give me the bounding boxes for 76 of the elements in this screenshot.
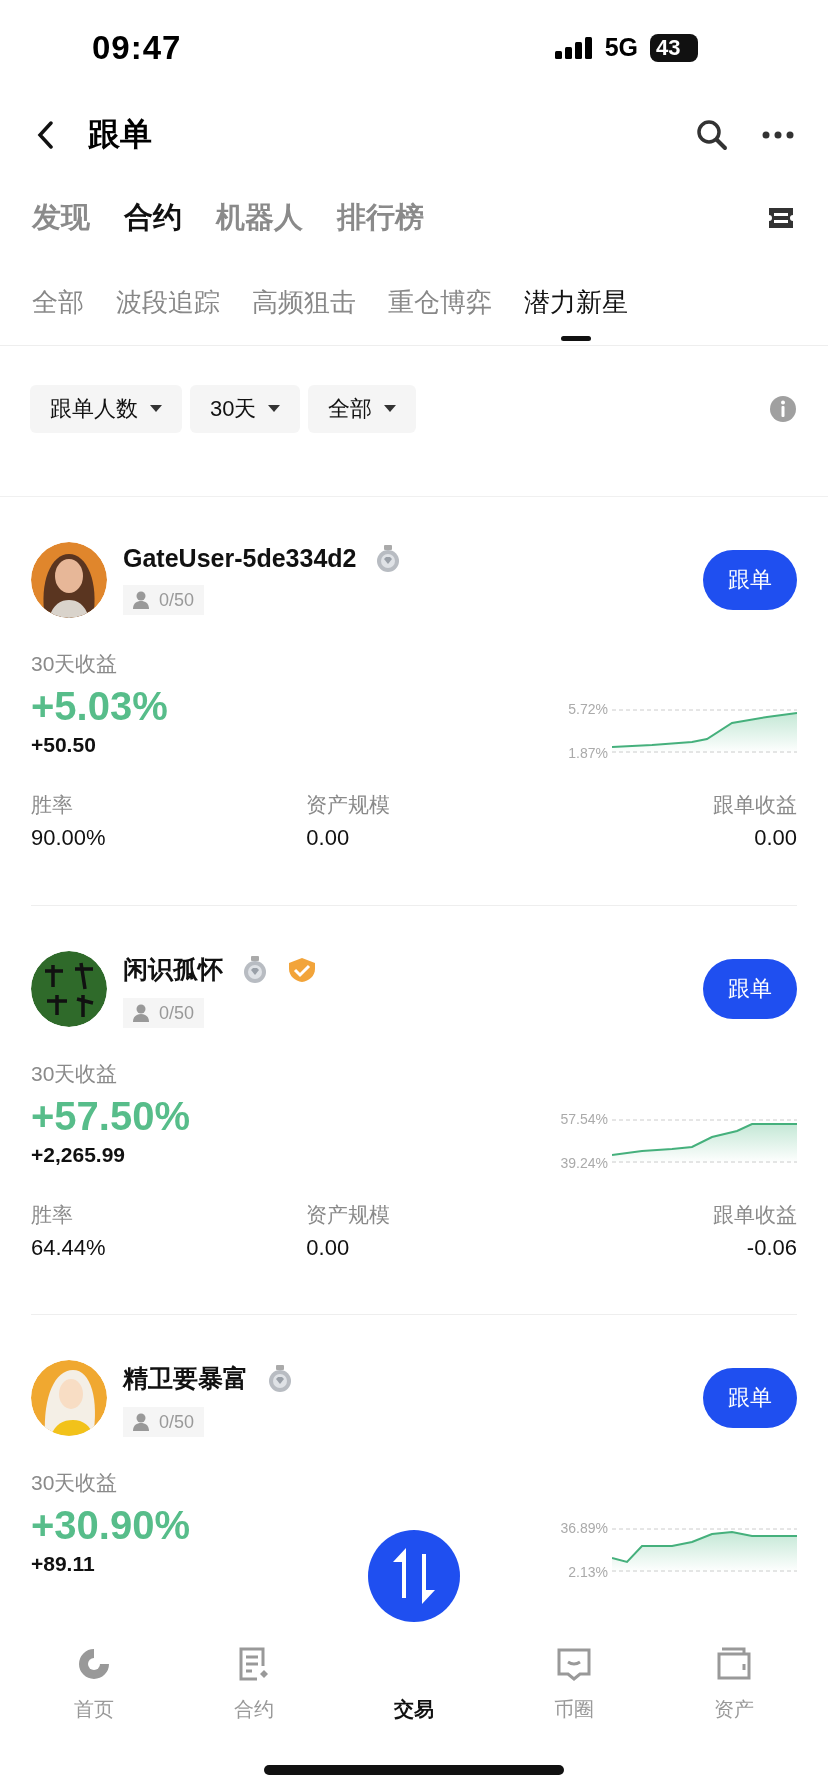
person-icon xyxy=(133,1413,149,1431)
nav-tab[interactable]: 合约 xyxy=(174,1630,334,1750)
main-tab[interactable]: 排行榜 xyxy=(337,197,424,238)
stat-value: -0.06 xyxy=(746,1235,797,1261)
status-time: 09:47 xyxy=(92,28,182,67)
nav-tab[interactable]: 首页 xyxy=(14,1630,174,1750)
return-percentage: +5.03% xyxy=(31,684,168,729)
page-title: 跟单 xyxy=(88,115,153,154)
medal-icon xyxy=(268,1364,292,1393)
chart-min-label: 39.24% xyxy=(560,1155,608,1171)
person-icon xyxy=(133,591,149,609)
stat-label: 跟单收益 xyxy=(713,1202,797,1228)
return-amount: +2,265.99 xyxy=(31,1143,126,1167)
return-percentage: +57.50% xyxy=(31,1094,191,1139)
trader-name: GateUser-5de334d2 xyxy=(123,544,357,573)
chart-max-label: 5.72% xyxy=(568,701,608,717)
follow-button[interactable]: 跟单 xyxy=(703,550,797,610)
return-percentage: +30.90% xyxy=(31,1503,191,1548)
nav-tab[interactable]: 资产 xyxy=(654,1630,814,1750)
home-icon xyxy=(76,1646,112,1682)
stat-value: 0.00 xyxy=(754,825,797,851)
stat-label: 胜率 xyxy=(31,1202,74,1228)
sub-tab[interactable]: 波段追踪 xyxy=(116,260,220,345)
stat-value: 90.00% xyxy=(31,825,107,851)
stat-label: 跟单收益 xyxy=(713,792,797,818)
stat-label: 胜率 xyxy=(31,792,74,818)
period-label: 30天收益 xyxy=(31,1061,119,1087)
caret-icon xyxy=(384,405,397,413)
chart-min-label: 2.13% xyxy=(567,1564,608,1580)
filter-dropdown[interactable]: 全部 xyxy=(308,385,417,433)
swap-icon[interactable] xyxy=(368,1530,460,1622)
stat-value: 0.00 xyxy=(306,825,351,851)
sub-tab[interactable]: 重仓博弈 xyxy=(388,260,492,345)
follower-count: 0/50 xyxy=(123,585,205,615)
info-icon[interactable] xyxy=(770,396,796,422)
follower-count: 0/50 xyxy=(123,1407,205,1437)
follow-button[interactable]: 跟单 xyxy=(703,959,797,1019)
return-amount: +89.11 xyxy=(31,1552,96,1576)
filter-dropdown[interactable]: 跟单人数 xyxy=(30,385,182,433)
chart-min-label: 1.87% xyxy=(568,745,608,761)
sub-tab[interactable]: 高频狙击 xyxy=(252,260,356,345)
chat-icon xyxy=(556,1646,592,1682)
caret-icon xyxy=(268,405,281,413)
trader-name: 精卫要暴富 xyxy=(123,1363,248,1394)
wallet-icon xyxy=(716,1646,752,1682)
stat-value: 0.00 xyxy=(306,1235,351,1261)
return-amount: +50.50 xyxy=(31,733,97,757)
search-icon[interactable] xyxy=(696,119,728,151)
main-tab[interactable]: 合约 xyxy=(124,197,182,238)
medal-icon xyxy=(243,955,267,984)
filter-dropdown[interactable]: 30天 xyxy=(190,385,301,433)
chart-max-label: 36.89% xyxy=(560,1520,608,1536)
stat-value: 64.44% xyxy=(31,1235,107,1261)
chart-max-label: 57.54% xyxy=(560,1111,608,1127)
person-icon xyxy=(133,1004,149,1022)
main-tab[interactable]: 机器人 xyxy=(216,197,303,238)
stat-label: 资产规模 xyxy=(306,792,392,818)
caret-icon xyxy=(150,405,162,413)
main-tab[interactable]: 发现 xyxy=(32,197,90,238)
ticket-icon[interactable] xyxy=(768,206,794,229)
battery-indicator: 43 xyxy=(650,33,698,62)
network-label: 5G xyxy=(604,33,638,62)
period-label: 30天收益 xyxy=(31,1470,119,1496)
medal-icon xyxy=(376,544,401,573)
stat-label: 资产规模 xyxy=(306,1202,392,1228)
nav-tab[interactable]: 币圈 xyxy=(494,1630,654,1750)
follower-count: 0/50 xyxy=(123,998,205,1028)
trader-name: 闲识孤怀 xyxy=(123,954,223,985)
signal-icon xyxy=(554,36,593,59)
sub-tab[interactable]: 潜力新星 xyxy=(524,260,628,345)
nav-tab[interactable]: 交易 xyxy=(334,1630,494,1750)
back-icon[interactable] xyxy=(36,121,54,149)
period-label: 30天收益 xyxy=(31,651,119,677)
follow-button[interactable]: 跟单 xyxy=(703,1368,797,1428)
sub-tab[interactable]: 全部 xyxy=(32,260,84,345)
more-icon[interactable] xyxy=(762,131,794,139)
